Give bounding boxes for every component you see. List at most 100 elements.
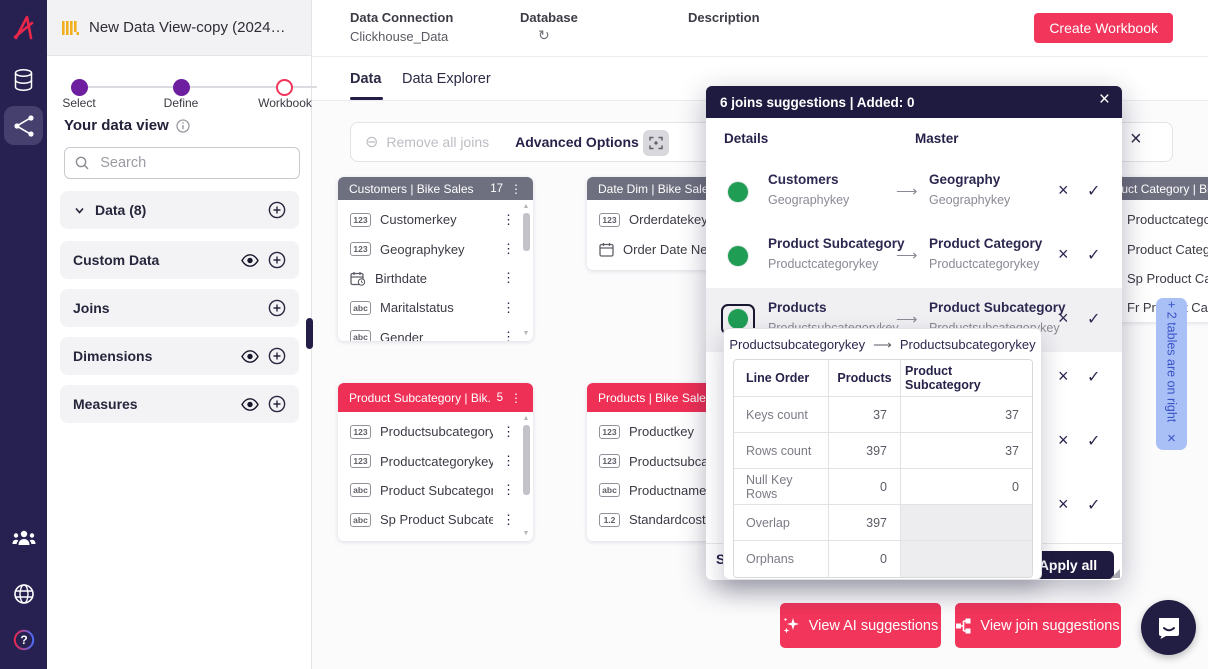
sidebar-section-joins[interactable]: Joins: [60, 289, 299, 327]
refresh-icon[interactable]: ↻: [520, 29, 578, 42]
scroll-down-icon[interactable]: ▼: [523, 530, 530, 537]
eye-icon[interactable]: [241, 350, 259, 363]
field-menu-icon[interactable]: ⋮: [502, 241, 515, 257]
advanced-options-button[interactable]: Advanced Options ▾: [515, 134, 650, 150]
field-row[interactable]: Birthdate⋮: [338, 264, 533, 293]
field-menu-icon[interactable]: ⋮: [502, 329, 515, 341]
reject-join-icon[interactable]: ×: [1058, 430, 1069, 451]
close-suggestions-icon[interactable]: ×: [1130, 128, 1142, 151]
step-select-dot[interactable]: [71, 79, 88, 96]
scroll-thumb[interactable]: [523, 425, 530, 495]
details-column-header: Details: [724, 131, 768, 146]
reject-join-icon[interactable]: ×: [1058, 366, 1069, 387]
step-define-dot[interactable]: [173, 79, 190, 96]
accept-join-icon[interactable]: ✓: [1087, 245, 1100, 265]
reject-join-icon[interactable]: ×: [1058, 244, 1069, 265]
accept-join-icon[interactable]: ✓: [1087, 309, 1100, 329]
field-menu-icon[interactable]: ⋮: [502, 300, 515, 316]
table-menu-icon[interactable]: ⋮: [510, 182, 522, 196]
add-icon[interactable]: [268, 201, 286, 219]
tab-data-explorer[interactable]: Data Explorer: [402, 71, 491, 87]
field-row[interactable]: 123Productcategorykey⋮: [338, 446, 533, 475]
text-type-icon: abc: [350, 330, 371, 341]
field-row[interactable]: 123Geographykey⋮: [338, 234, 533, 263]
field-row[interactable]: abcSp Product Subcateg...⋮: [338, 505, 533, 534]
dismiss-tag-icon[interactable]: ×: [1167, 430, 1176, 447]
scroll-thumb[interactable]: [523, 213, 530, 251]
accept-join-icon[interactable]: ✓: [1087, 495, 1100, 515]
close-icon[interactable]: ×: [1099, 89, 1110, 111]
users-icon[interactable]: [0, 528, 47, 548]
info-icon[interactable]: [176, 119, 190, 133]
scroll-down-icon[interactable]: ▼: [523, 330, 530, 337]
reject-join-icon[interactable]: ×: [1058, 180, 1069, 201]
create-workbook-button[interactable]: Create Workbook: [1034, 13, 1173, 43]
field-row[interactable]: abcFr Product Subcat...⋮: [338, 535, 533, 541]
sidebar-section-data[interactable]: Data (8): [60, 191, 299, 229]
data-sources-icon[interactable]: [0, 68, 47, 92]
detail-key: Productcategorykey: [768, 257, 878, 271]
sidebar: New Data View-copy (2024… Select Define …: [47, 0, 312, 669]
field-menu-icon[interactable]: ⋮: [502, 424, 515, 440]
stats-value: 37: [829, 397, 901, 433]
table-card-customers[interactable]: Customers | Bike Sales 17 ⋮ 123Customerk…: [338, 177, 533, 341]
search-input[interactable]: [98, 154, 289, 172]
field-row[interactable]: 123Productsubcategory...⋮: [338, 417, 533, 446]
add-icon[interactable]: [268, 395, 286, 413]
tables-overflow-tag[interactable]: + 2 tables are on right ×: [1156, 298, 1187, 450]
app-logo[interactable]: [0, 12, 47, 42]
remove-all-joins-button[interactable]: ⊖ Remove all joins: [365, 132, 489, 152]
eye-icon[interactable]: [241, 398, 259, 411]
field-menu-icon[interactable]: ⋮: [502, 212, 515, 228]
field-row[interactable]: 123Customerkey⋮: [338, 205, 533, 234]
fit-view-button[interactable]: [643, 130, 669, 156]
table-card-header[interactable]: Customers | Bike Sales 17 ⋮: [338, 177, 533, 200]
data-view-title-bar[interactable]: New Data View-copy (2024…: [47, 0, 311, 56]
sidebar-section-custom-data[interactable]: Custom Data: [60, 241, 299, 279]
stats-value: 37: [901, 433, 1032, 469]
sidebar-section-dimensions[interactable]: Dimensions: [60, 337, 299, 375]
chevron-down-icon[interactable]: [73, 204, 86, 217]
add-icon[interactable]: [268, 347, 286, 365]
stats-row-label: Rows count: [734, 433, 829, 469]
join-suggestion-row[interactable]: Customers Geographykey ⟶ Geography Geogr…: [706, 160, 1122, 224]
dialog-header[interactable]: 6 joins suggestions | Added: 0 ×: [706, 86, 1122, 118]
join-suggestion-row[interactable]: Product Subcategory Productcategorykey ⟶…: [706, 224, 1122, 288]
accept-join-icon[interactable]: ✓: [1087, 431, 1100, 451]
table-card-header[interactable]: Product Subcategory | Bik... 5 ⋮: [338, 383, 533, 412]
reject-join-icon[interactable]: ×: [1058, 308, 1069, 329]
tab-data[interactable]: Data: [350, 71, 381, 87]
view-ai-suggestions-button[interactable]: View AI suggestions: [780, 603, 941, 648]
field-row[interactable]: abcMaritalstatus⋮: [338, 293, 533, 322]
view-join-suggestions-button[interactable]: View join suggestions: [955, 603, 1121, 648]
chat-widget-button[interactable]: [1141, 600, 1196, 655]
panel-resize-handle[interactable]: [306, 318, 313, 349]
dialog-resize-handle[interactable]: [1111, 569, 1120, 578]
field-menu-icon[interactable]: ⋮: [502, 482, 515, 498]
add-icon[interactable]: [268, 251, 286, 269]
globe-icon[interactable]: [0, 582, 47, 606]
field-name: Maritalstatus: [380, 300, 493, 315]
app-rail: ?: [0, 0, 47, 669]
eye-icon[interactable]: [241, 254, 259, 267]
sidebar-section-measures[interactable]: Measures: [60, 385, 299, 423]
field-menu-icon[interactable]: ⋮: [502, 512, 515, 528]
join-status-dot: [728, 182, 748, 202]
data-model-tool-active[interactable]: [4, 106, 43, 145]
scroll-up-icon[interactable]: ▲: [523, 415, 530, 422]
help-icon[interactable]: ?: [0, 628, 47, 652]
reject-join-icon[interactable]: ×: [1058, 494, 1069, 515]
accept-join-icon[interactable]: ✓: [1087, 181, 1100, 201]
sidebar-search[interactable]: [64, 147, 300, 179]
field-row[interactable]: abcProduct Subcategory⋮: [338, 476, 533, 505]
accept-join-icon[interactable]: ✓: [1087, 367, 1100, 387]
field-menu-icon[interactable]: ⋮: [502, 453, 515, 469]
table-menu-icon[interactable]: ⋮: [510, 391, 522, 405]
table-card-product-subcategory[interactable]: Product Subcategory | Bik... 5 ⋮ 123Prod…: [338, 383, 533, 541]
add-icon[interactable]: [268, 299, 286, 317]
field-row[interactable]: abcGender⋮: [338, 323, 533, 341]
scroll-up-icon[interactable]: ▲: [523, 203, 530, 210]
field-menu-icon[interactable]: ⋮: [502, 270, 515, 286]
field-name: Sp Product Category: [1127, 271, 1208, 286]
step-workbook-dot[interactable]: [276, 79, 293, 96]
